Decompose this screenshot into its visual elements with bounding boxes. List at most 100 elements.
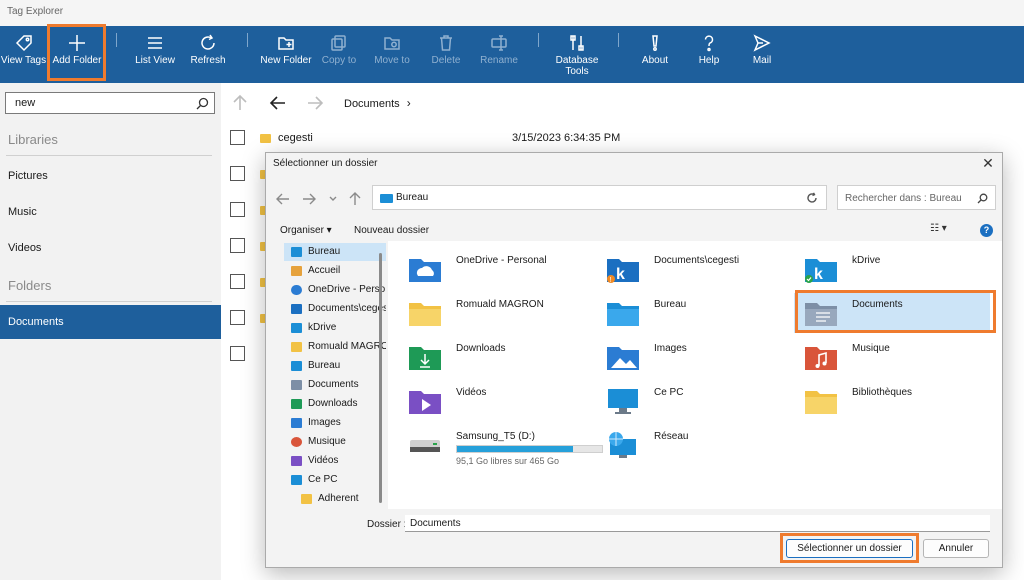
tree-scrollbar[interactable] [379,253,382,503]
up-arrow-icon[interactable] [348,192,362,206]
file-date: 3/15/2023 6:34:35 PM [512,132,621,144]
organize-menu[interactable]: Organiser ▾ [280,225,332,236]
grid-item-reseau[interactable]: Réseau [596,425,792,471]
new-folder-button[interactable]: Nouveau dossier [354,225,429,236]
search-value: new [15,97,36,109]
row-checkbox[interactable] [230,202,245,217]
recent-locations-icon[interactable] [326,192,340,206]
toolbar-divider [116,33,117,47]
question-icon [699,33,719,53]
chevron-right-icon: › [406,96,411,110]
tree-item-musique[interactable]: Musique [284,433,386,451]
forward-arrow-icon[interactable] [306,94,324,115]
tree-item-documents-cegesti[interactable]: Documents\cegesti [284,300,386,318]
rename-button[interactable]: Rename [478,26,520,83]
grid-item-downloads[interactable]: Downloads [398,337,594,377]
list-view-button[interactable]: List View [130,26,180,83]
toolbar: View Tags Add Folder List View Refresh N… [0,24,1024,83]
tree-item-bureau[interactable]: Bureau [284,243,386,261]
dialog-title: Sélectionner un dossier [273,158,378,169]
address-bar[interactable]: Bureau [372,185,827,210]
folder-grid: OneDrive - Personal k! Documents\cegesti… [388,241,1002,509]
tree-item-ce-pc[interactable]: Ce PC [284,471,386,489]
grid-item-videos[interactable]: Vidéos [398,381,594,421]
file-row[interactable]: cegesti 3/15/2023 6:34:35 PM [230,130,630,146]
tree-item-videos[interactable]: Vidéos [284,452,386,470]
tree-item-romuald-magron[interactable]: Romuald MAGRON [284,338,386,356]
music-folder-icon [804,343,838,371]
folder-icon [380,194,393,203]
back-arrow-icon[interactable] [276,192,290,206]
tree-item-kdrive[interactable]: kDrive [284,319,386,337]
about-button[interactable]: About [637,26,673,83]
delete-button[interactable]: Delete [426,26,466,83]
dialog-search-input[interactable]: Rechercher dans : Bureau [837,185,996,210]
view-tags-button[interactable]: View Tags [0,26,47,83]
move-to-button[interactable]: Move to [371,26,413,83]
drive-usage-fill [457,446,573,452]
grid-item-bibliotheques[interactable]: Bibliothèques [794,381,990,421]
up-arrow-icon[interactable] [231,94,249,115]
grid-item-romuald-magron[interactable]: Romuald MAGRON [398,293,594,333]
folder-icon [260,134,271,143]
grid-item-bureau[interactable]: Bureau [596,293,792,333]
tree-item-downloads[interactable]: Downloads [284,395,386,413]
grid-item-documents-cegesti[interactable]: k! Documents\cegesti [596,249,792,289]
grid-item-ce-pc[interactable]: Ce PC [596,381,792,421]
drive-free-space: 95,1 Go libres sur 465 Go [456,456,560,466]
library-item-videos[interactable]: Videos [0,231,221,265]
folder-name-input[interactable]: Documents [405,515,990,532]
help-button[interactable]: Help [692,26,726,83]
cancel-button[interactable]: Annuler [923,539,989,558]
row-checkbox[interactable] [230,166,245,181]
music-icon [291,437,302,447]
library-item-music[interactable]: Music [0,195,221,229]
refresh-icon[interactable] [806,192,818,204]
tree-item-bureau-2[interactable]: Bureau [284,357,386,375]
mail-button[interactable]: Mail [745,26,779,83]
folder-label: Dossier : [367,519,407,530]
folder-icon [291,342,302,352]
search-icon[interactable] [977,193,988,204]
add-folder-highlight [47,24,106,81]
back-arrow-icon[interactable] [269,94,287,115]
close-icon[interactable]: ✕ [980,155,996,171]
database-tools-button[interactable]: Database Tools [552,26,602,83]
search-icon[interactable] [196,97,209,110]
grid-item-musique[interactable]: Musique [794,337,990,377]
kdrive-folder-icon: k [804,255,838,283]
folder-item-documents[interactable]: Documents [0,305,221,339]
tree-item-adherent[interactable]: Adherent [294,490,386,508]
grid-item-kdrive[interactable]: k kDrive [794,249,990,289]
row-checkbox[interactable] [230,238,245,253]
breadcrumb-documents[interactable]: Documents [344,98,400,110]
toolbar-divider [538,33,539,47]
svg-text:!: ! [610,277,612,283]
tag-search-input[interactable]: new [5,92,215,114]
row-checkbox[interactable] [230,274,245,289]
tree-item-images[interactable]: Images [284,414,386,432]
cloud-icon [291,285,302,295]
kdrive-icon [291,323,302,333]
help-icon[interactable]: ? [980,224,993,237]
copy-to-button[interactable]: Copy to [318,26,360,83]
row-checkbox[interactable] [230,310,245,325]
tree-item-documents[interactable]: Documents [284,376,386,394]
tree-item-accueil[interactable]: Accueil [284,262,386,280]
new-folder-button[interactable]: New Folder [260,26,312,83]
row-checkbox[interactable] [230,346,245,361]
grid-item-samsung-drive[interactable]: Samsung_T5 (D:) 95,1 Go libres sur 465 G… [398,425,603,471]
row-checkbox[interactable] [230,130,245,145]
grid-item-images[interactable]: Images [596,337,792,377]
divider [6,155,212,156]
view-options-icon[interactable]: ☷ ▾ [930,223,947,234]
trash-icon [436,33,456,53]
grid-item-onedrive[interactable]: OneDrive - Personal [398,249,594,289]
svg-text:k: k [814,266,823,283]
breadcrumb[interactable]: Documents › [344,96,411,110]
library-item-pictures[interactable]: Pictures [0,159,221,193]
tree-item-onedrive[interactable]: OneDrive - Perso [284,281,386,299]
forward-arrow-icon[interactable] [302,192,316,206]
pictures-folder-icon [606,343,640,371]
refresh-button[interactable]: Refresh [187,26,229,83]
